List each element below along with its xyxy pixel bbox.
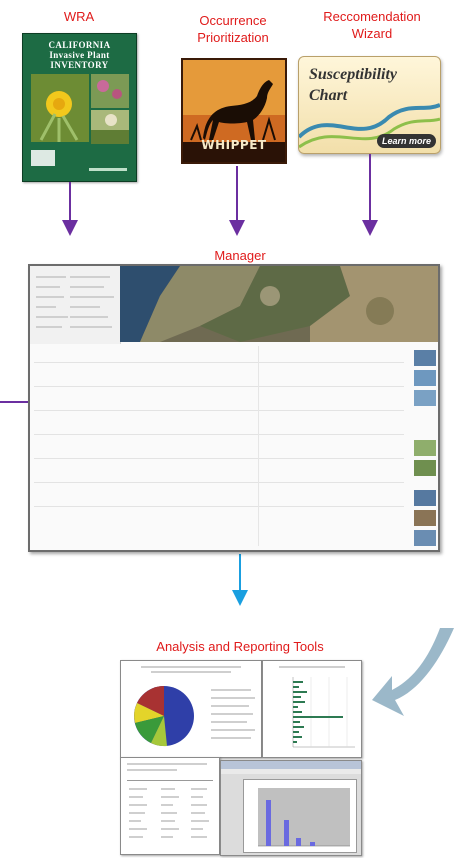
bar-chart-thumbnail (292, 677, 355, 748)
manager-app-screenshot (28, 264, 440, 552)
spreadsheet-chart-report (220, 760, 362, 856)
site-photo-thumbnail[interactable] (414, 440, 436, 456)
bar-chart-report (262, 660, 362, 758)
analysis-reporting-label: Analysis and Reporting Tools (156, 639, 324, 654)
site-photo-thumbnail[interactable] (414, 390, 436, 406)
site-photo-thumbnail[interactable] (414, 490, 436, 506)
table-report (120, 757, 220, 855)
site-photo-thumbnail[interactable] (414, 510, 436, 526)
site-photo-thumbnail[interactable] (414, 530, 436, 546)
feedback-curve-arrow (372, 628, 454, 716)
pie-chart-report (120, 660, 262, 758)
manager-label: Manager (214, 248, 266, 263)
manager-form-panel (30, 266, 121, 344)
site-photo-thumbnail[interactable] (414, 460, 436, 476)
embedded-chart (243, 779, 357, 853)
site-photo-thumbnail[interactable] (414, 370, 436, 386)
satellite-map[interactable] (120, 266, 438, 342)
spreadsheet-toolbar (221, 761, 361, 769)
site-photo-thumbnail[interactable] (414, 350, 436, 366)
pie-chart-thumbnail (134, 686, 194, 747)
